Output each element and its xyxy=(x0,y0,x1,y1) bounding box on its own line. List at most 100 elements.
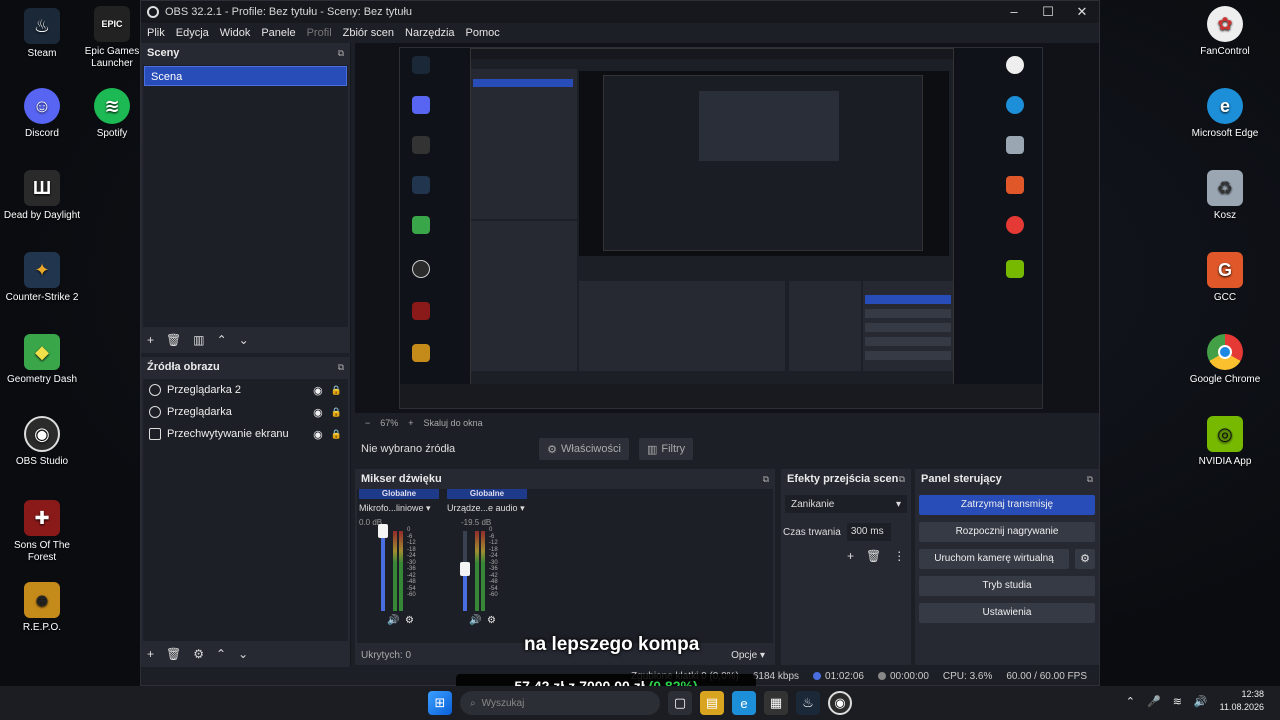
trash-icon[interactable]: 🗑 xyxy=(866,549,881,563)
desktop-icon-dbd[interactable]: Ш Dead by Daylight xyxy=(0,170,84,222)
scale-mode-select[interactable]: Skaluj do okna xyxy=(424,418,483,428)
steam-icon[interactable]: ♨ xyxy=(796,691,820,715)
speaker-icon[interactable]: 🔊 xyxy=(469,615,481,626)
gear-icon[interactable]: ⚙ xyxy=(193,647,204,661)
studio-mode-button[interactable]: Tryb studia xyxy=(919,576,1095,596)
mixer-options-button[interactable]: Opcje ▾ xyxy=(731,650,765,661)
desktop-icon-gcc[interactable]: G GCC xyxy=(1183,252,1267,304)
properties-button[interactable]: ⚙ Właściwości xyxy=(539,438,629,460)
menu-edycja[interactable]: Edycja xyxy=(176,27,209,39)
windows-start-icon[interactable]: ⊞ xyxy=(428,691,452,715)
source-item[interactable]: Przeglądarka ◉ 🔒 xyxy=(143,401,348,423)
desktop-icon-edge[interactable]: e Microsoft Edge xyxy=(1183,88,1267,140)
desktop-icon-epic[interactable]: EPIC Epic Games Launcher xyxy=(84,6,140,70)
move-up-icon[interactable]: ⌃ xyxy=(216,647,226,661)
add-icon[interactable]: + xyxy=(147,647,154,661)
transition-select[interactable]: Zanikanie ▾ xyxy=(785,495,907,513)
desktop-icon-steam[interactable]: ♨ Steam xyxy=(0,8,84,60)
visibility-eye-icon[interactable]: ◉ xyxy=(313,384,323,397)
desktop-icon-gd[interactable]: ◆ Geometry Dash xyxy=(0,334,84,386)
menu-pomoc[interactable]: Pomoc xyxy=(466,27,500,39)
add-icon[interactable]: + xyxy=(847,549,854,563)
move-up-icon[interactable]: ⌃ xyxy=(217,333,227,347)
microphone-icon[interactable]: 🎤 xyxy=(1147,695,1161,708)
gear-icon[interactable]: ⚙ xyxy=(1075,549,1095,569)
settings-button[interactable]: Ustawienia xyxy=(919,603,1095,623)
menu-plik[interactable]: Plik xyxy=(147,27,165,39)
chevron-up-icon[interactable]: ⌃ xyxy=(1126,695,1135,708)
filter-icon[interactable]: ▥ xyxy=(193,333,204,347)
settings-icon[interactable]: ⚙ xyxy=(487,615,496,626)
stop-streaming-button[interactable]: Zatrzymaj transmisję xyxy=(919,495,1095,515)
chevron-down-icon[interactable]: ▾ xyxy=(426,503,431,513)
maximize-icon[interactable]: ☐ xyxy=(1031,4,1065,20)
preview-canvas[interactable] xyxy=(355,43,1099,413)
lock-icon[interactable]: 🔒 xyxy=(331,429,342,440)
trash-icon[interactable]: 🗑 xyxy=(166,647,181,661)
desktop-icon-cs2[interactable]: ✦ Counter-Strike 2 xyxy=(0,252,84,304)
source-item[interactable]: Przeglądarka 2 ◉ 🔒 xyxy=(143,379,348,401)
filters-button[interactable]: ▥ Filtry xyxy=(638,438,694,460)
menu-zbior-scen[interactable]: Zbiór scen xyxy=(343,27,394,39)
visibility-eye-icon[interactable]: ◉ xyxy=(313,428,323,441)
store-icon[interactable]: ▦ xyxy=(764,691,788,715)
taskview-icon[interactable]: ▢ xyxy=(668,691,692,715)
lock-icon[interactable]: 🔒 xyxy=(331,407,342,418)
visibility-eye-icon[interactable]: ◉ xyxy=(313,406,323,419)
menu-widok[interactable]: Widok xyxy=(220,27,251,39)
edge-icon[interactable]: e xyxy=(732,691,756,715)
minimize-icon[interactable]: – xyxy=(997,4,1031,20)
fader-knob[interactable] xyxy=(460,562,470,577)
undock-icon[interactable]: ⧉ xyxy=(899,474,905,485)
undock-icon[interactable]: ⧉ xyxy=(338,362,344,373)
start-recording-button[interactable]: Rozpocznij nagrywanie xyxy=(919,522,1095,542)
move-down-icon[interactable]: ⌄ xyxy=(239,333,249,347)
scene-item[interactable]: Scena xyxy=(144,66,347,86)
channel-name[interactable]: Urządze...e audio ▾ xyxy=(447,503,527,514)
chevron-down-icon[interactable]: ▾ xyxy=(520,503,525,513)
desktop-icon-chrome[interactable]: Google Chrome xyxy=(1183,334,1267,386)
menu-narzedzia[interactable]: Narzędzia xyxy=(405,27,455,39)
duration-input[interactable]: 300 ms xyxy=(846,523,891,541)
sotf-icon xyxy=(412,302,430,320)
menu-profil[interactable]: Profil xyxy=(307,27,332,39)
close-icon[interactable]: ✕ xyxy=(1065,4,1099,20)
zoom-in-icon[interactable]: + xyxy=(408,418,413,428)
taskbar-search[interactable]: ⌕ Wyszukaj xyxy=(460,691,660,715)
zoom-out-icon[interactable]: − xyxy=(365,418,370,428)
menu-panele[interactable]: Panele xyxy=(261,27,295,39)
start-virtual-camera-button[interactable]: Uruchom kamerę wirtualną xyxy=(919,549,1069,569)
desktop-icon-sotf[interactable]: ✚ Sons Of The Forest xyxy=(0,500,84,564)
move-down-icon[interactable]: ⌄ xyxy=(238,647,248,661)
undock-icon[interactable]: ⧉ xyxy=(763,474,769,485)
channel-name[interactable]: Mikrofo...liniowe ▾ xyxy=(359,503,439,514)
clock[interactable]: 12:38 11.08.2026 xyxy=(1220,688,1264,714)
trash-icon[interactable]: 🗑 xyxy=(166,333,181,347)
level-meter xyxy=(399,531,403,611)
lock-icon[interactable]: 🔒 xyxy=(331,385,342,396)
obs-icon[interactable]: ◉ xyxy=(828,691,852,715)
desktop-icon-nvidia[interactable]: ◎ NVIDIA App xyxy=(1183,416,1267,468)
gd-icon: ◆ xyxy=(24,334,60,370)
undock-icon[interactable]: ⧉ xyxy=(338,48,344,59)
desktop-icon-spotify[interactable]: ≋ Spotify xyxy=(84,88,140,140)
wifi-icon[interactable]: ≋ xyxy=(1173,695,1182,708)
speaker-icon[interactable]: 🔊 xyxy=(387,615,399,626)
settings-icon[interactable]: ⚙ xyxy=(405,615,414,626)
add-icon[interactable]: + xyxy=(147,333,154,347)
desktop-icon-obs[interactable]: ◉ OBS Studio xyxy=(0,416,84,468)
volume-fader[interactable] xyxy=(381,531,385,611)
desktop-icon-repo[interactable]: ☻ R.E.P.O. xyxy=(0,582,84,634)
source-item[interactable]: Przechwytywanie ekranu ◉ 🔒 xyxy=(143,423,348,445)
gcc-icon xyxy=(1006,176,1024,194)
chevron-down-icon: ▾ xyxy=(895,498,901,510)
desktop-icon-fancontrol[interactable]: ✿ FanControl xyxy=(1183,6,1267,58)
more-icon[interactable]: ⋮ xyxy=(893,549,905,563)
transitions-dock: Efekty przejścia scen ⧉ Zanikanie ▾ Czas… xyxy=(781,469,911,665)
explorer-icon[interactable]: ▤ xyxy=(700,691,724,715)
undock-icon[interactable]: ⧉ xyxy=(1087,474,1093,485)
volume-icon[interactable]: 🔊 xyxy=(1194,695,1208,708)
desktop-icon-recycle-bin[interactable]: ♻ Kosz xyxy=(1183,170,1267,222)
desktop-icon-discord[interactable]: ☺ Discord xyxy=(0,88,84,140)
fader-knob[interactable] xyxy=(378,524,388,538)
